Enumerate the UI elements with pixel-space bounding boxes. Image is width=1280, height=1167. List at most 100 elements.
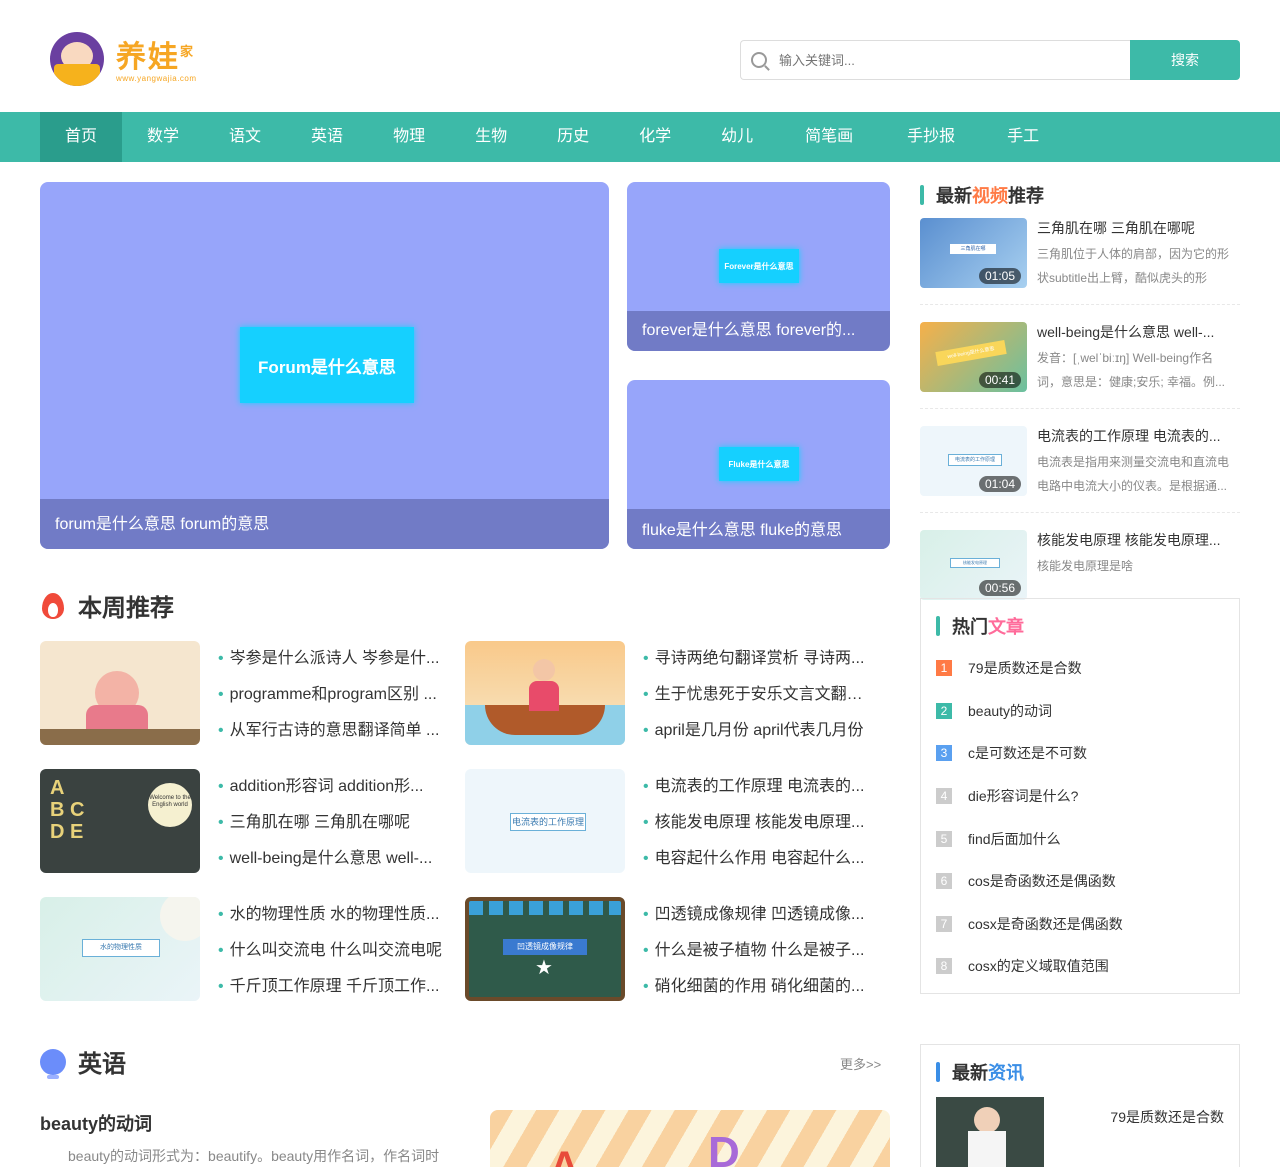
rank-badge: 1 bbox=[936, 660, 952, 677]
weekly-item[interactable]: 硝化细菌的作用 硝化细菌的... bbox=[643, 969, 873, 1005]
nav-item-math[interactable]: 数学 bbox=[122, 112, 204, 162]
nav-item-physics[interactable]: 物理 bbox=[368, 112, 450, 162]
video-duration: 00:41 bbox=[978, 372, 1021, 388]
news-title[interactable]: 79是质数还是合数 bbox=[1044, 1097, 1224, 1167]
main-content: Forum是什么意思 forum是什么意思 forum的意思 Forever是什… bbox=[40, 162, 1240, 1167]
video-title[interactable]: 电流表的工作原理 电流表的... bbox=[1037, 426, 1230, 446]
video-duration: 01:05 bbox=[978, 268, 1021, 284]
nav-item-drawing[interactable]: 简笔画 bbox=[778, 112, 880, 162]
logo-mascot-icon bbox=[50, 32, 104, 86]
banner-side-1-tag: Forever是什么意思 bbox=[719, 249, 799, 283]
rank-badge: 4 bbox=[936, 788, 952, 805]
weekly-group: 水的物理性质 水的物理性质 水的物理性质... 什么叫交流电 什么叫交流电呢 千… bbox=[40, 897, 448, 1005]
logo-name: 养娃家 bbox=[116, 40, 196, 74]
banner-side-1[interactable]: Forever是什么意思 forever是什么意思 forever的... bbox=[627, 182, 890, 351]
news-item[interactable]: 79是质数还是合数 bbox=[936, 1097, 1224, 1167]
weekly-thumb[interactable] bbox=[465, 641, 625, 745]
video-title[interactable]: well-being是什么意思 well-... bbox=[1037, 322, 1230, 342]
english-summary: beauty的动词形式为：beautify。beauty用作名词，作名词时 bbox=[68, 1148, 440, 1164]
hot-article-item[interactable]: 3 c是可数还是不可数 bbox=[936, 732, 1224, 775]
site-header: 养娃家 www.yangwajia.com 搜索 bbox=[40, 0, 1240, 112]
video-thumb[interactable]: 核能发电原理 00:56 bbox=[920, 530, 1027, 600]
weekly-item[interactable]: 核能发电原理 核能发电原理... bbox=[643, 805, 873, 841]
nav-item-chemistry[interactable]: 化学 bbox=[614, 112, 696, 162]
video-desc: 核能发电原理是啥 bbox=[1037, 559, 1134, 573]
weekly-thumb[interactable]: 水的物理性质 bbox=[40, 897, 200, 1001]
weekly-item[interactable]: 从军行古诗的意思翻译简单 ... bbox=[218, 713, 448, 749]
news-section-title: 最新 资讯 bbox=[936, 1059, 1224, 1085]
hot-article-item[interactable]: 6 cos是奇函数还是偶函数 bbox=[936, 860, 1224, 903]
weekly-item[interactable]: 水的物理性质 水的物理性质... bbox=[218, 897, 448, 933]
weekly-thumb[interactable]: 凹透镜成像规律 ★ bbox=[465, 897, 625, 1001]
flame-icon bbox=[40, 591, 66, 621]
hot-article-item[interactable]: 4 die形容词是什么? bbox=[936, 775, 1224, 818]
weekly-item[interactable]: 寻诗两绝句翻译赏析 寻诗两... bbox=[643, 641, 873, 677]
nav-item-newspaper[interactable]: 手抄报 bbox=[880, 112, 982, 162]
weekly-thumb[interactable]: AB CD E Welcome to the English world bbox=[40, 769, 200, 873]
video-title[interactable]: 核能发电原理 核能发电原理... bbox=[1037, 530, 1230, 550]
search-input[interactable] bbox=[779, 52, 1130, 68]
weekly-item[interactable]: 凹透镜成像规律 凹透镜成像... bbox=[643, 897, 873, 933]
nav-item-english[interactable]: 英语 bbox=[286, 112, 368, 162]
english-article-image[interactable]: D A bbox=[490, 1110, 890, 1167]
weekly-item[interactable]: 什么叫交流电 什么叫交流电呢 bbox=[218, 933, 448, 969]
weekly-item[interactable]: april是几月份 april代表几月份 bbox=[643, 713, 873, 749]
rank-badge: 5 bbox=[936, 830, 952, 847]
nav-item-preschool[interactable]: 幼儿 bbox=[696, 112, 778, 162]
video-desc: 电流表是指用来测量交流电和直流电电路中电流大小的仪表。是根据通... bbox=[1037, 455, 1230, 493]
weekly-group: 电流表的工作原理 电流表的工作原理 电流表的... 核能发电原理 核能发电原理.… bbox=[465, 769, 873, 877]
video-item[interactable]: well-being是什么意思 00:41 well-being是什么意思 we… bbox=[920, 322, 1240, 409]
video-duration: 01:04 bbox=[978, 476, 1021, 492]
sidebar: 最新 视频 推荐 三角肌在哪 01:05 三角肌在哪 三角肌在哪呢 三角肌位于人体的… bbox=[920, 162, 1240, 1167]
logo-url: www.yangwajia.com bbox=[116, 73, 197, 83]
banner-main[interactable]: Forum是什么意思 forum是什么意思 forum的意思 bbox=[40, 182, 609, 549]
banner-side-2[interactable]: Fluke是什么意思 fluke是什么意思 fluke的意思 bbox=[627, 380, 890, 549]
video-duration: 00:56 bbox=[978, 580, 1021, 596]
english-more-link[interactable]: 更多>> bbox=[840, 1054, 881, 1073]
video-item[interactable]: 三角肌在哪 01:05 三角肌在哪 三角肌在哪呢 三角肌位于人体的肩部，因为它的… bbox=[920, 218, 1240, 305]
hot-article-item[interactable]: 5 find后面加什么 bbox=[936, 817, 1224, 860]
main-nav: 首页 数学 语文 英语 物理 生物 历史 化学 幼儿 简笔画 手抄报 手工 bbox=[0, 112, 1280, 162]
banner-main-tag: Forum是什么意思 bbox=[240, 327, 414, 403]
weekly-item[interactable]: 什么是被子植物 什么是被子... bbox=[643, 933, 873, 969]
video-section-title: 最新 视频 推荐 bbox=[920, 182, 1240, 208]
english-section-title: 英语 bbox=[40, 1044, 126, 1079]
video-thumb[interactable]: 电流表的工作原理 01:04 bbox=[920, 426, 1027, 496]
nav-item-handcraft[interactable]: 手工 bbox=[982, 112, 1064, 162]
video-thumb[interactable]: 三角肌在哪 01:05 bbox=[920, 218, 1027, 288]
banner-side-1-caption: forever是什么意思 forever的... bbox=[627, 311, 890, 351]
news-box: 最新 资讯 79是质数还是合数 bbox=[920, 1044, 1240, 1167]
video-thumb[interactable]: well-being是什么意思 00:41 bbox=[920, 322, 1027, 392]
weekly-item[interactable]: addition形容词 addition形... bbox=[218, 769, 448, 805]
weekly-item[interactable]: 电容起什么作用 电容起什么... bbox=[643, 841, 873, 877]
hot-article-item[interactable]: 8 cosx的定义域取值范围 bbox=[936, 945, 1224, 988]
weekly-item[interactable]: 千斤顶工作原理 千斤顶工作... bbox=[218, 969, 448, 1005]
weekly-thumb[interactable] bbox=[40, 641, 200, 745]
news-thumb[interactable] bbox=[936, 1097, 1044, 1167]
weekly-item[interactable]: 电流表的工作原理 电流表的... bbox=[643, 769, 873, 805]
nav-item-biology[interactable]: 生物 bbox=[450, 112, 532, 162]
nav-item-history[interactable]: 历史 bbox=[532, 112, 614, 162]
site-logo[interactable]: 养娃家 www.yangwajia.com bbox=[50, 32, 197, 86]
banner-side-2-tag: Fluke是什么意思 bbox=[719, 447, 799, 481]
hot-article-item[interactable]: 1 79是质数还是合数 bbox=[936, 647, 1224, 690]
weekly-item[interactable]: 生于忧患死于安乐文言文翻译... bbox=[643, 677, 873, 713]
search-button[interactable]: 搜索 bbox=[1130, 40, 1240, 80]
video-desc: 发音：[ˌwelˈbiːɪŋ] Well-being作名词，意思是：健康;安乐;… bbox=[1037, 351, 1226, 389]
search-box bbox=[740, 40, 1130, 80]
weekly-item[interactable]: well-being是什么意思 well-... bbox=[218, 841, 448, 877]
english-headline[interactable]: beauty的动词 bbox=[40, 1110, 152, 1136]
rank-badge: 6 bbox=[936, 873, 952, 890]
video-title[interactable]: 三角肌在哪 三角肌在哪呢 bbox=[1037, 218, 1230, 238]
nav-item-chinese[interactable]: 语文 bbox=[204, 112, 286, 162]
weekly-item[interactable]: 三角肌在哪 三角肌在哪呢 bbox=[218, 805, 448, 841]
weekly-item[interactable]: 岑参是什么派诗人 岑参是什... bbox=[218, 641, 448, 677]
globe-icon bbox=[40, 1048, 66, 1079]
nav-item-home[interactable]: 首页 bbox=[40, 112, 123, 162]
video-item[interactable]: 电流表的工作原理 01:04 电流表的工作原理 电流表的... 电流表是指用来测… bbox=[920, 426, 1240, 513]
weekly-group: 凹透镜成像规律 ★ 凹透镜成像规律 凹透镜成像... 什么是被子植物 什么是被子… bbox=[465, 897, 873, 1005]
hot-article-item[interactable]: 7 cosx是奇函数还是偶函数 bbox=[936, 903, 1224, 946]
hot-article-item[interactable]: 2 beauty的动词 bbox=[936, 690, 1224, 733]
weekly-thumb[interactable]: 电流表的工作原理 bbox=[465, 769, 625, 873]
weekly-item[interactable]: programme和program区别 ... bbox=[218, 677, 448, 713]
